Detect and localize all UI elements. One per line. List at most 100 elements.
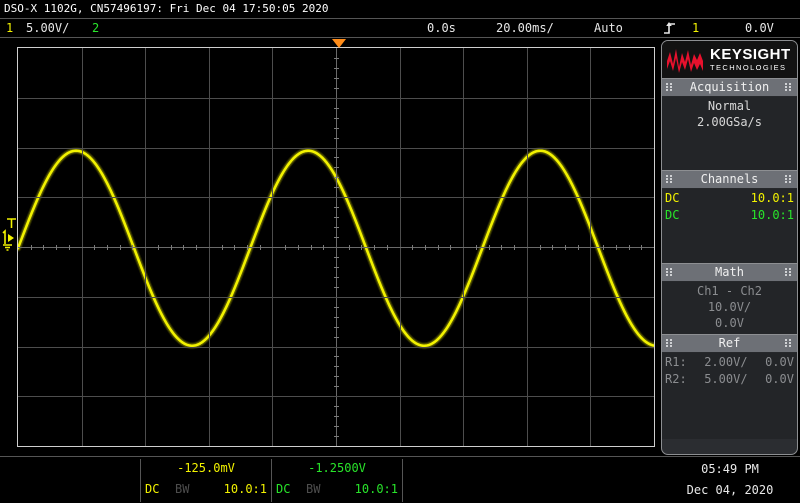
grid-tick-vertical: [334, 108, 339, 109]
channel2-indicator[interactable]: 2: [92, 19, 99, 38]
sidebar-section-body-channels: DC 10.0:1 DC 10.0:1: [662, 189, 797, 263]
grid-line-horizontal: [18, 247, 654, 248]
grid-tick-vertical: [334, 356, 339, 357]
grid-tick-horizontal: [374, 245, 375, 250]
grid-tick-vertical: [334, 207, 339, 208]
grid-tick-horizontal: [120, 245, 121, 250]
channel1-status-group[interactable]: -125.0mV DC BW 10.0:1: [141, 458, 271, 503]
grid-line-horizontal: [18, 297, 654, 298]
trigger-position-marker[interactable]: [332, 39, 346, 48]
grid-tick-vertical: [334, 118, 339, 119]
grid-tick-horizontal: [285, 245, 286, 250]
sidebar-section-header-ref[interactable]: Ref: [662, 334, 797, 353]
channel1-probe-row[interactable]: DC 10.0:1: [665, 190, 794, 207]
sidebar-section-header-math[interactable]: Math: [662, 263, 797, 282]
grid-tick-vertical: [334, 88, 339, 89]
grid-tick-horizontal: [183, 245, 184, 250]
bottom-bar-divider: [402, 459, 403, 502]
drag-handle-dots-left-icon: [666, 175, 674, 184]
clock-time: 05:49 PM: [701, 462, 759, 476]
grid-tick-horizontal: [438, 245, 439, 250]
sidebar-section-title-channels: Channels: [700, 172, 759, 186]
grid-tick-horizontal: [552, 245, 553, 250]
grid-tick-horizontal: [31, 245, 32, 250]
sidebar-section-body-math: Ch1 - Ch2 10.0V/ 0.0V: [662, 282, 797, 334]
sidebar-section-title-ref: Ref: [718, 336, 741, 350]
grid-tick-vertical: [334, 167, 339, 168]
grid-tick-horizontal: [603, 245, 604, 250]
grid-tick-horizontal: [450, 245, 451, 250]
ref2-row[interactable]: R2: 5.00V/ 0.0V: [665, 371, 794, 388]
grid-line-horizontal: [18, 197, 654, 198]
sidebar-section-header-channels[interactable]: Channels: [662, 170, 797, 189]
grid-tick-vertical: [334, 257, 339, 258]
logo-brand-text: KEYSIGHT: [710, 46, 791, 64]
grid-tick-horizontal: [501, 245, 502, 250]
grid-tick-horizontal: [260, 245, 261, 250]
grid-tick-vertical: [334, 426, 339, 427]
grid-tick-vertical: [334, 187, 339, 188]
grid-tick-vertical: [334, 376, 339, 377]
grid-tick-horizontal: [234, 245, 235, 250]
channel1-probe-ratio: 10.0:1: [750, 191, 794, 205]
grid-tick-vertical: [334, 406, 339, 407]
grid-tick-horizontal: [387, 245, 388, 250]
grid-tick-vertical: [334, 68, 339, 69]
ref1-offset: 0.0V: [765, 355, 794, 369]
waveform-grid[interactable]: [17, 47, 655, 447]
grid-tick-horizontal: [514, 245, 515, 250]
horizontal-timebase[interactable]: 20.00ms/: [496, 19, 554, 38]
horizontal-delay[interactable]: 0.0s: [427, 19, 456, 38]
channel1-indicator[interactable]: 1: [6, 19, 13, 38]
channel1-offset-value: -125.0mV: [177, 461, 235, 475]
grid-tick-horizontal: [298, 245, 299, 250]
ref1-row[interactable]: R1: 2.00V/ 0.0V: [665, 354, 794, 371]
sidebar-section-title-acquisition: Acquisition: [689, 80, 770, 94]
grid-tick-horizontal: [425, 245, 426, 250]
math-vertical-scale: 10.0V/: [707, 300, 752, 314]
clock-date: Dec 04, 2020: [686, 483, 774, 497]
drag-handle-dots-left-icon: [666, 339, 674, 348]
grid-tick-horizontal: [132, 245, 133, 250]
trigger-source[interactable]: 1: [692, 19, 699, 38]
bottom-status-bar: -125.0mV DC BW 10.0:1 -1.2500V DC BW 10.…: [0, 456, 800, 503]
trigger-level[interactable]: 0.0V: [745, 19, 774, 38]
grid-tick-vertical: [334, 217, 339, 218]
grid-tick-horizontal: [349, 245, 350, 250]
channel1-vertical-scale[interactable]: 5.00V/: [26, 19, 69, 38]
keysight-waveform-mark-icon: [667, 48, 703, 73]
grid-tick-vertical: [334, 327, 339, 328]
grid-tick-horizontal: [107, 245, 108, 250]
sidebar-section-body-ref: R1: 2.00V/ 0.0V R2: 5.00V/ 0.0V: [662, 353, 797, 439]
channel2-bandwidth-label: BW: [306, 482, 321, 496]
grid-tick-vertical: [334, 267, 339, 268]
channel1-probe-ratio-label: 10.0:1: [223, 482, 267, 496]
grid-tick-horizontal: [222, 245, 223, 250]
grid-line-horizontal: [18, 148, 654, 149]
drag-handle-dots-right-icon: [785, 339, 793, 348]
rising-edge-icon: [663, 21, 676, 40]
ref1-label: R1:: [665, 355, 687, 369]
drag-handle-dots-left-icon: [666, 268, 674, 277]
ref2-scale: 5.00V/: [704, 372, 748, 386]
channel2-coupling-label: DC: [276, 482, 291, 496]
drag-handle-dots-left-icon: [666, 83, 674, 92]
drag-handle-dots-right-icon: [785, 175, 793, 184]
sidebar-section-header-acquisition[interactable]: Acquisition: [662, 78, 797, 97]
channel2-offset-value: -1.2500V: [308, 461, 366, 475]
grid-tick-vertical: [334, 337, 339, 338]
waveform-display-area[interactable]: [0, 39, 658, 455]
grid-tick-vertical: [334, 416, 339, 417]
trigger-sweep-mode[interactable]: Auto: [594, 19, 623, 38]
grid-tick-horizontal: [43, 245, 44, 250]
grid-tick-vertical: [334, 386, 339, 387]
grid-tick-vertical: [334, 157, 339, 158]
ref2-label: R2:: [665, 372, 687, 386]
measurement-sidebar[interactable]: KEYSIGHT TECHNOLOGIES Acquisition Normal…: [661, 40, 798, 455]
channel2-probe-row[interactable]: DC 10.0:1: [665, 207, 794, 224]
channel1-ground-reference-marker[interactable]: [1, 218, 19, 252]
grid-tick-vertical: [334, 58, 339, 59]
grid-tick-horizontal: [323, 245, 324, 250]
math-offset: 0.0V: [715, 316, 744, 330]
channel2-status-group[interactable]: -1.2500V DC BW 10.0:1: [272, 458, 402, 503]
